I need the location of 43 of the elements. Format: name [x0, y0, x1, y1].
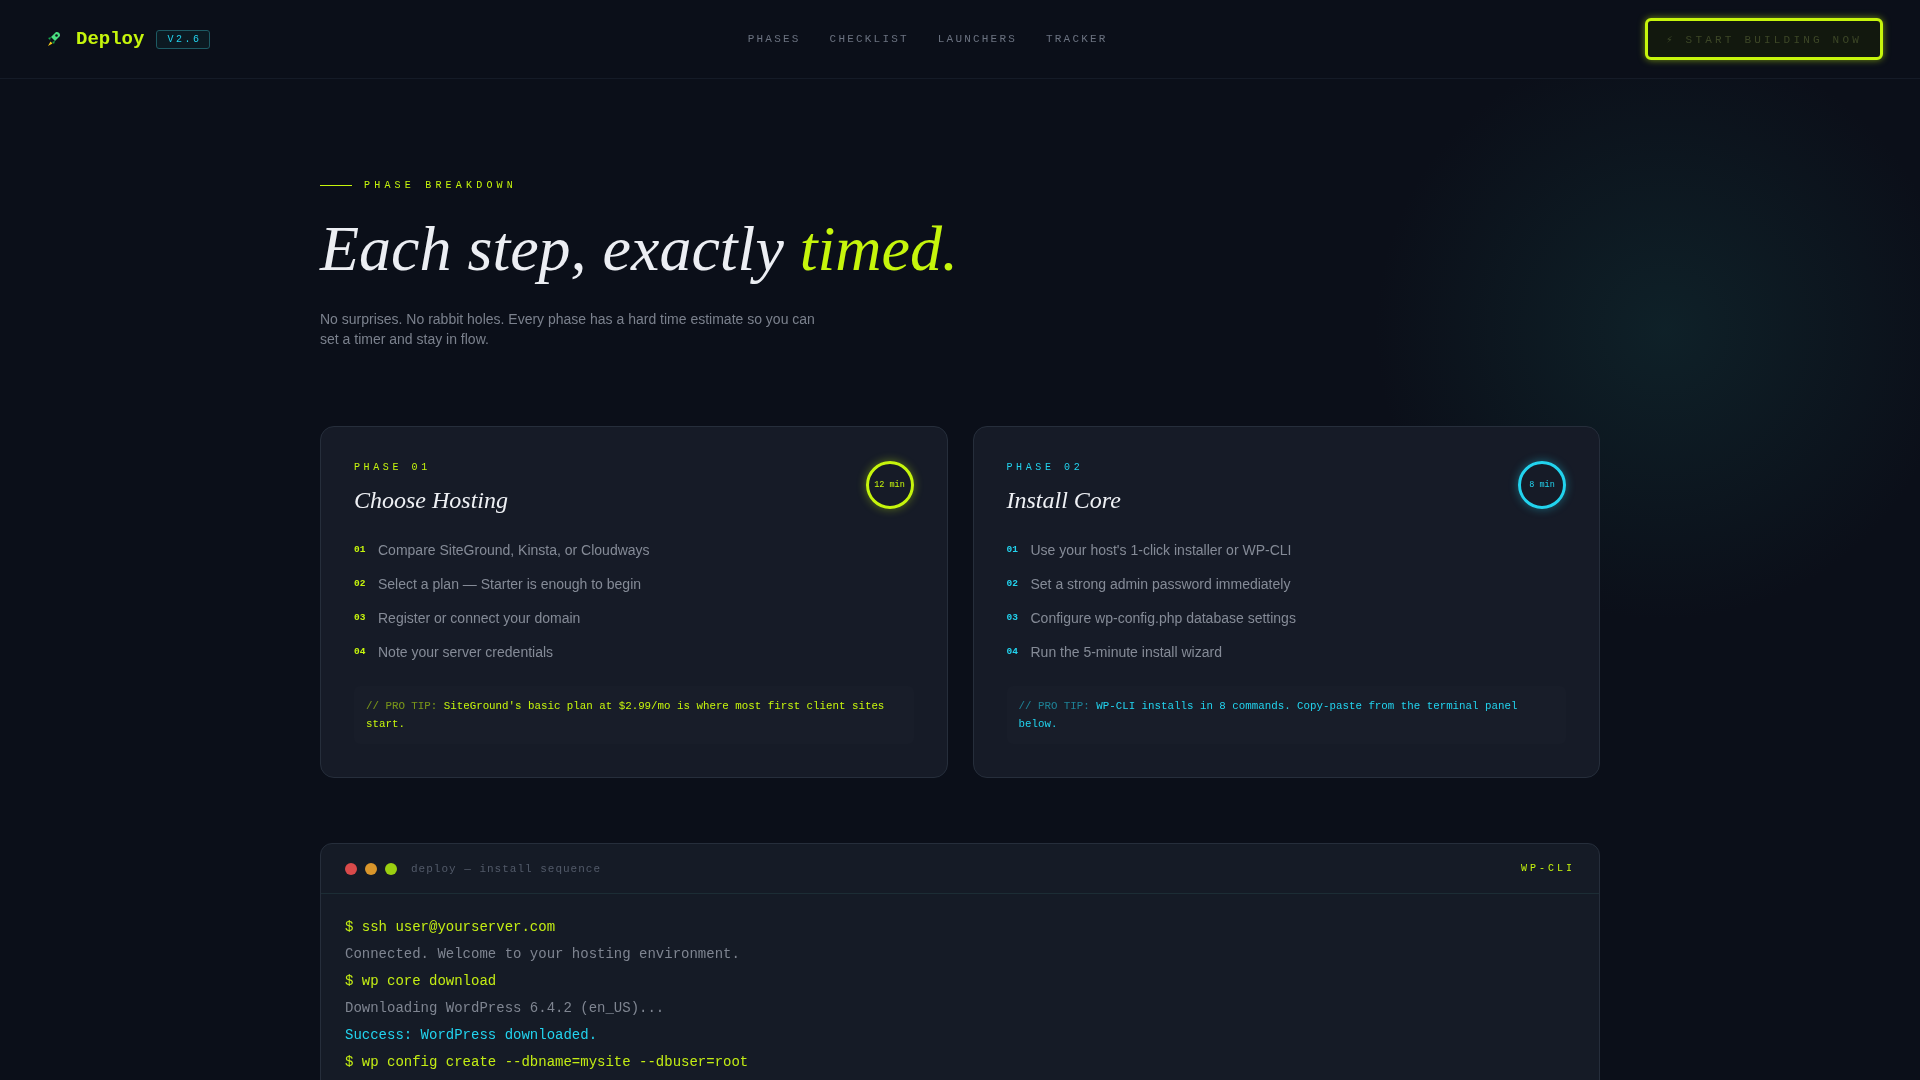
step-number: 01	[1006, 543, 1019, 557]
step-number: 02	[354, 577, 367, 591]
step-text: Set a strong admin password immediately	[1030, 575, 1291, 594]
step-number: 04	[354, 645, 367, 659]
section-eyebrow: PHASE BREAKDOWN	[364, 179, 517, 191]
step-text: Note your server credentials	[378, 643, 554, 662]
duration-ring: 8 min	[1518, 461, 1566, 509]
window-dot-icon	[365, 862, 377, 875]
step-text: Run the 5-minute install wizard	[1030, 643, 1222, 662]
phase-title: Choose Hosting	[354, 486, 508, 515]
step-number: 02	[1006, 577, 1019, 591]
terminal-line: Connected. Welcome to your hosting environment.	[345, 945, 740, 964]
step-text: Select a plan — Starter is enough to begin	[378, 575, 642, 594]
step-text: Register or connect your domain	[378, 609, 581, 628]
version-badge: V2.6	[156, 29, 211, 49]
duration-ring: 12 min	[865, 461, 914, 509]
terminal-line: Downloading WordPress 6.4.2 (en_US)...	[345, 999, 665, 1018]
step-text: Compare SiteGround, Kinsta, or Cloudways	[378, 541, 650, 560]
phase-label: PHASE 02	[1006, 461, 1085, 475]
step-number: 04	[1006, 645, 1019, 659]
window-dot-icon	[385, 862, 397, 875]
nav-link[interactable]: TRACKER	[1046, 33, 1108, 45]
hero-heading: Each step, exactly timed.	[320, 213, 958, 285]
terminal-title: deploy — install sequence	[411, 862, 602, 875]
step-number: 03	[354, 611, 367, 625]
terminal-tag: WP-CLI	[1521, 863, 1575, 874]
nav-link[interactable]: PHASES	[747, 33, 801, 45]
terminal-line: Success: WordPress downloaded.	[345, 1026, 598, 1045]
terminal-line: $ ssh user@yourserver.com	[345, 918, 556, 937]
step-text: Configure wp-config.php database settings	[1030, 609, 1296, 628]
step-number: 01	[354, 543, 367, 557]
step-number: 03	[1006, 611, 1019, 625]
phase-title: Install Core	[1006, 486, 1121, 515]
window-dot-icon	[345, 862, 357, 875]
rocket-icon	[47, 31, 61, 47]
nav-link[interactable]: CHECKLIST	[829, 33, 909, 45]
brand-name[interactable]: Deploy	[76, 28, 145, 50]
nav-link[interactable]: LAUNCHERS	[937, 33, 1017, 45]
terminal-line: $ wp core download	[345, 972, 497, 991]
hero-description: No surprises. No rabbit holes. Every phase has a hard time estimate so you can set a timer and stay in flow.	[320, 310, 816, 349]
terminal-line: $ wp config create --dbname=mysite --dbuser=root	[345, 1053, 749, 1072]
step-text: Use your host's 1-click installer or WP-CLI	[1030, 541, 1292, 560]
phase-label: PHASE 01	[354, 461, 432, 475]
